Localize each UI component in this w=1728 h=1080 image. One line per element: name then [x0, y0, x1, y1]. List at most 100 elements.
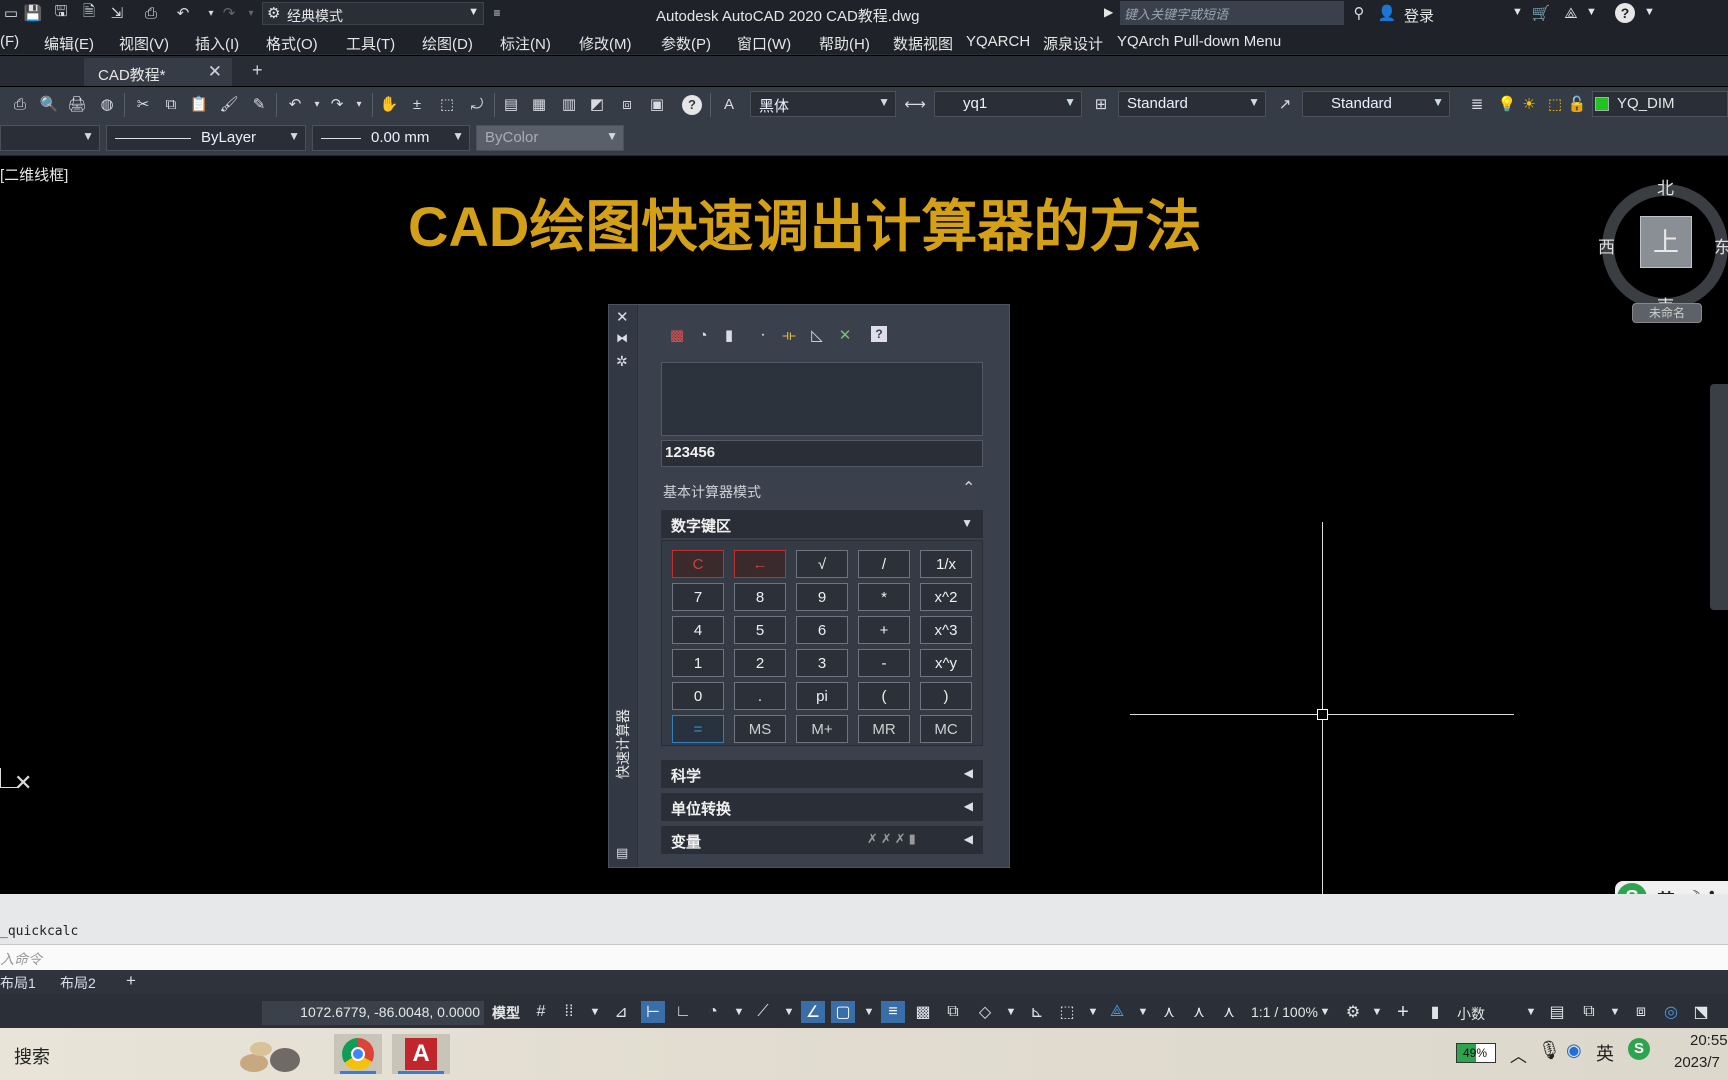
undo-icon[interactable]: ↶	[284, 93, 306, 115]
paste-value-icon[interactable]: ⸱	[752, 324, 774, 346]
calc-input-field[interactable]: 123456	[661, 440, 983, 467]
quick-properties-icon[interactable]: ▤	[1545, 1001, 1569, 1023]
clean-screen-icon[interactable]: ⬔	[1689, 1001, 1713, 1023]
key-5[interactable]: 5	[734, 616, 786, 644]
export-icon[interactable]: ⇲	[106, 2, 128, 24]
polar-dropdown-icon[interactable]: ▼	[727, 1001, 751, 1023]
selection-filter-icon[interactable]: ⬚	[1055, 1001, 1079, 1023]
chrome-taskbar-button[interactable]	[334, 1034, 382, 1074]
lock-ui-icon[interactable]: ⧉	[1577, 1001, 1601, 1023]
3d-osnap-dropdown-icon[interactable]: ▼	[999, 1001, 1023, 1023]
collapse-icon[interactable]: ⌃	[962, 478, 975, 498]
search-input[interactable]: 键入关键字或短语	[1120, 1, 1344, 25]
menu-insert[interactable]: 插入(I)	[195, 33, 239, 54]
key-power[interactable]: x^y	[920, 649, 972, 677]
key-3[interactable]: 3	[796, 649, 848, 677]
quickcalc-titlebar[interactable]: ✕ ⧓ ✲ 快速计算器 ▤	[609, 305, 638, 867]
menu-format[interactable]: 格式(O)	[266, 33, 318, 54]
menu-modify[interactable]: 修改(M)	[579, 33, 632, 54]
isolate-objects-icon[interactable]: ⧈	[1629, 1001, 1653, 1023]
isodraft-dropdown-icon[interactable]: ▼	[777, 1001, 801, 1023]
new-tab-button[interactable]: +	[252, 60, 263, 81]
key-sqrt[interactable]: √	[796, 550, 848, 578]
open-icon[interactable]: ▭	[0, 2, 22, 24]
print-icon[interactable]: ⎙	[140, 2, 162, 24]
redo-dropdown-icon[interactable]: ▾	[240, 2, 262, 24]
menu-yuanquan[interactable]: 源泉设计	[1043, 33, 1103, 54]
clear-icon[interactable]: ▩	[666, 324, 688, 346]
command-input[interactable]: 入命令	[0, 944, 1728, 970]
sogou-tray-icon[interactable]: S	[1628, 1038, 1650, 1060]
dim-style-select[interactable]: yq1 ▼	[934, 91, 1082, 117]
viewcube-west[interactable]: 西	[1598, 233, 1615, 258]
snap-icon[interactable]: ⁞⁞	[557, 1001, 581, 1023]
a360-dropdown-icon[interactable]: ▼	[1586, 6, 1597, 18]
menu-yqarch-pulldown[interactable]: YQArch Pull-down Menu	[1117, 33, 1281, 50]
key-pi[interactable]: pi	[796, 682, 848, 710]
polar-icon[interactable]: ◔	[701, 1001, 725, 1023]
key-4[interactable]: 4	[672, 616, 724, 644]
key-multiply[interactable]: *	[858, 583, 910, 611]
key-memory-clear[interactable]: MC	[920, 715, 972, 743]
a360-icon[interactable]: ⟁	[1560, 2, 1582, 24]
scale-dropdown-icon[interactable]: ▼	[1313, 1001, 1337, 1023]
clock-time[interactable]: 20:55	[1690, 1032, 1728, 1049]
gizmo-icon[interactable]: ⟁	[1105, 1001, 1129, 1023]
infer-constraints-icon[interactable]: ⊿	[609, 1001, 633, 1023]
tool-palettes-icon[interactable]: ▥	[558, 93, 580, 115]
saveas-icon[interactable]: 🖫	[50, 2, 72, 24]
menu-window[interactable]: 窗口(W)	[737, 33, 791, 54]
ortho-icon[interactable]: ∟	[671, 1001, 695, 1023]
properties-icon[interactable]: ▤	[500, 93, 522, 115]
filter-dropdown-icon[interactable]: ▼	[1081, 1001, 1105, 1023]
zoom-window-icon[interactable]: ⬚	[436, 93, 458, 115]
object-snap-icon[interactable]: ▢	[831, 1001, 855, 1023]
units-value[interactable]: 小数	[1457, 1004, 1485, 1024]
key-9[interactable]: 9	[796, 583, 848, 611]
autohide-icon[interactable]: ⧓	[616, 331, 628, 345]
help-icon[interactable]: ?	[682, 95, 702, 115]
help-icon[interactable]: ?	[871, 326, 887, 342]
isodraft-icon[interactable]: ⟋	[751, 1001, 775, 1023]
redo-icon[interactable]: ↷	[326, 93, 348, 115]
units-dropdown-icon[interactable]: ▼	[1519, 1001, 1543, 1023]
viewcube-north[interactable]: 北	[1657, 174, 1674, 199]
units-icon[interactable]: ▮	[1423, 1001, 1447, 1023]
dynamic-input-icon[interactable]: ⊢	[641, 1001, 665, 1023]
model-space-button[interactable]: 模型	[492, 1003, 520, 1023]
angle-icon[interactable]: ◺	[806, 324, 828, 346]
get-coordinates-icon[interactable]: ▮	[718, 324, 740, 346]
add-layout-button[interactable]: +	[126, 971, 136, 991]
sun-icon[interactable]: ☀	[1518, 93, 1540, 115]
key-divide[interactable]: /	[858, 550, 910, 578]
annotation-scale-icon[interactable]: ⋏	[1217, 1001, 1241, 1023]
menu-view[interactable]: 视图(V)	[119, 33, 169, 54]
section-unit-conversion[interactable]: 单位转换 ◀	[661, 793, 983, 821]
table-style-icon[interactable]: ⊞	[1090, 93, 1112, 115]
battery-indicator[interactable]: 49%	[1456, 1043, 1496, 1063]
key-7[interactable]: 7	[672, 583, 724, 611]
menu-tools[interactable]: 工具(T)	[346, 33, 395, 54]
tab-layout1[interactable]: 布局1	[0, 973, 36, 993]
plot-icon[interactable]: ⎙	[9, 93, 31, 115]
menu-dimension[interactable]: 标注(N)	[500, 33, 551, 54]
autocad-taskbar-button[interactable]: A	[392, 1034, 450, 1074]
login-link[interactable]: 登录	[1404, 5, 1434, 26]
clock-date[interactable]: 2023/7	[1674, 1054, 1720, 1071]
lineweight-select[interactable]: 0.00 mm ▼	[312, 125, 470, 151]
section-variables[interactable]: 变量 ✗✗✗▮ ◀	[661, 826, 983, 854]
key-cube[interactable]: x^3	[920, 616, 972, 644]
close-icon[interactable]: ✕	[208, 62, 222, 82]
menu-dataview[interactable]: 数据视图	[893, 33, 953, 54]
markup-icon[interactable]: ⧈	[616, 93, 638, 115]
zoom-realtime-icon[interactable]: ±	[406, 93, 428, 115]
zoom-previous-icon[interactable]: ⤾	[466, 93, 488, 115]
key-memory-recall[interactable]: MR	[858, 715, 910, 743]
lock-ui-dropdown-icon[interactable]: ▼	[1603, 1001, 1627, 1023]
menu-help[interactable]: 帮助(H)	[819, 33, 870, 54]
binoculars-icon[interactable]: ⚲	[1348, 2, 1370, 24]
3d-osnap-icon[interactable]: ◇	[973, 1001, 997, 1023]
block-editor-icon[interactable]: ✎	[248, 93, 270, 115]
lineweight-icon[interactable]: ≡	[881, 1001, 905, 1023]
layer-select[interactable]: YQ_DIM	[1592, 91, 1728, 117]
